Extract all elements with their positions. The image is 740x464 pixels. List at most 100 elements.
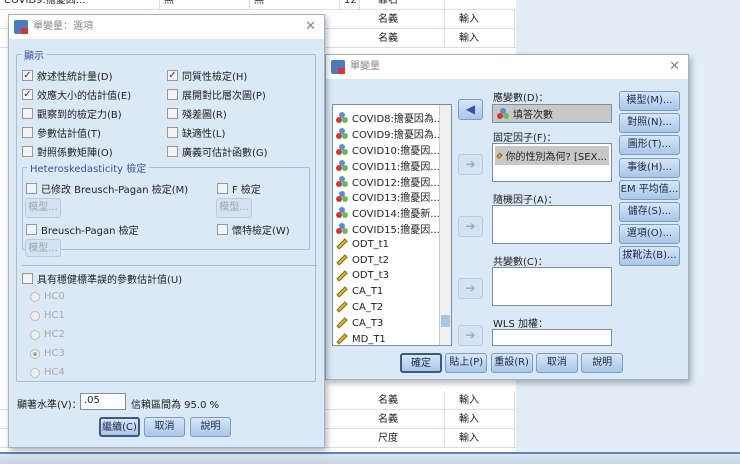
- fixed-factor-list[interactable]: 你的性別為何? [SEX...: [492, 143, 612, 182]
- move-random-arrow-icon[interactable]: ➔: [458, 216, 483, 237]
- role-cell[interactable]: 輸入: [445, 29, 515, 48]
- side-button-7[interactable]: 拔靴法(B)...: [619, 246, 680, 267]
- radio-icon[interactable]: [30, 329, 40, 340]
- measure-cell[interactable]: 尺度: [360, 429, 445, 448]
- right-checkbox-1[interactable]: 展開對比層次圖(P): [167, 87, 266, 102]
- help-button[interactable]: 說明: [190, 417, 231, 437]
- fixed-factor-item[interactable]: 你的性別為何? [SEX...: [495, 146, 609, 165]
- variable-item[interactable]: ODT_t3: [333, 268, 451, 284]
- side-button-2[interactable]: 圖形(T)...: [619, 135, 680, 156]
- bottom-button-2[interactable]: 重設(R): [490, 353, 533, 373]
- radio-icon[interactable]: [30, 310, 40, 321]
- scrollbar[interactable]: [439, 105, 451, 345]
- role-cell[interactable]: 輸入: [445, 391, 515, 410]
- measure-cell[interactable]: 名義: [360, 410, 445, 429]
- move-covariate-arrow-icon[interactable]: ➔: [458, 278, 483, 299]
- role-cell[interactable]: 輸入: [445, 10, 515, 29]
- cell[interactable]: 靠右: [360, 0, 445, 10]
- checkbox-box[interactable]: [167, 89, 178, 100]
- bp-model-button[interactable]: 模型...: [25, 239, 61, 257]
- variable-item[interactable]: COVID10:擔憂因...: [333, 142, 451, 158]
- dependent-field[interactable]: 填答次數: [492, 104, 612, 123]
- white-test-checkbox[interactable]: 懷特檢定(W): [217, 222, 290, 237]
- radio-icon[interactable]: [30, 291, 40, 302]
- left-checkbox-3[interactable]: 參數估計值(T): [22, 125, 101, 140]
- left-checkbox-1[interactable]: ✓ 效應大小的估計值(E): [22, 87, 131, 102]
- side-button-0[interactable]: 模型(M)...: [619, 91, 680, 111]
- role-cell[interactable]: 輸入: [445, 410, 515, 429]
- checkbox-box[interactable]: [22, 108, 33, 119]
- variable-item[interactable]: CA_T3: [333, 315, 451, 331]
- wls-weight-field[interactable]: [492, 329, 612, 346]
- move-wls-arrow-icon[interactable]: ➔: [458, 325, 483, 346]
- role-cell[interactable]: 輸入: [445, 429, 515, 448]
- variable-item[interactable]: CA_T2: [333, 300, 451, 316]
- variable-item[interactable]: COVID12:擔憂因...: [333, 173, 451, 189]
- side-button-3[interactable]: 事後(H)...: [619, 157, 680, 178]
- checkbox-box[interactable]: [167, 108, 178, 119]
- bp-checkbox[interactable]: Breusch-Pagan 檢定: [26, 222, 139, 237]
- side-button-6[interactable]: 選項(O)...: [619, 224, 680, 245]
- cell[interactable]: 無: [250, 0, 340, 10]
- random-factor-list[interactable]: [492, 205, 612, 244]
- side-button-1[interactable]: 對照(N)...: [619, 113, 680, 134]
- side-button-4[interactable]: EM 平均值...: [619, 179, 680, 200]
- measure-cell[interactable]: 名義: [360, 29, 445, 48]
- right-checkbox-0[interactable]: ✓ 同質性檢定(H): [167, 68, 247, 83]
- left-checkbox-4[interactable]: 對照係數矩陣(O): [22, 144, 113, 159]
- side-button-5[interactable]: 儲存(S)...: [619, 202, 680, 222]
- variable-item[interactable]: COVID13:擔憂因...: [333, 189, 451, 205]
- variable-item[interactable]: MD_T1: [333, 331, 451, 347]
- right-checkbox-2[interactable]: 殘差圖(R): [167, 106, 227, 121]
- variable-item[interactable]: ODT_t1: [333, 236, 451, 252]
- robust-se-checkbox[interactable]: 具有穩健標準誤的參數估計值(U): [22, 271, 182, 286]
- hc-radio-4[interactable]: HC4: [30, 367, 65, 378]
- variable-item[interactable]: COVID11:擔憂因...: [333, 157, 451, 173]
- right-checkbox-3[interactable]: 缺適性(L): [167, 125, 225, 140]
- hc-radio-3[interactable]: HC3: [30, 348, 65, 359]
- move-dependent-arrow-icon[interactable]: ◀: [458, 99, 483, 120]
- radio-icon[interactable]: [30, 367, 40, 378]
- bottom-button-0[interactable]: 確定: [400, 353, 442, 373]
- checkbox-box[interactable]: ✓: [22, 70, 33, 81]
- hc-radio-1[interactable]: HC1: [30, 310, 65, 321]
- variable-item[interactable]: ODT_t2: [333, 252, 451, 268]
- variable-item[interactable]: COVID8:擔憂因為...: [333, 110, 451, 126]
- right-checkbox-4[interactable]: 廣義可估計函數(G): [167, 144, 268, 159]
- f-test-checkbox[interactable]: F 檢定: [217, 181, 261, 196]
- checkbox-box[interactable]: ✓: [22, 89, 33, 100]
- checkbox-box[interactable]: [167, 127, 178, 138]
- scroll-thumb[interactable]: [441, 315, 450, 327]
- bottom-button-1[interactable]: 貼上(P): [445, 353, 488, 373]
- bottom-button-4[interactable]: 說明: [581, 353, 624, 373]
- bottom-button-3[interactable]: 取消: [535, 353, 578, 373]
- modified-bp-model-button[interactable]: 模型...: [25, 198, 61, 218]
- measure-cell[interactable]: 名義: [360, 10, 445, 29]
- hc-radio-0[interactable]: HC0: [30, 291, 65, 302]
- checkbox-box[interactable]: [22, 127, 33, 138]
- continue-button[interactable]: 繼續(C): [99, 417, 140, 437]
- variable-item[interactable]: COVID9:擔憂因為...: [333, 126, 451, 142]
- move-fixed-arrow-icon[interactable]: ➔: [458, 154, 483, 175]
- left-checkbox-0[interactable]: ✓ 敘述性統計量(D): [22, 68, 113, 83]
- cell[interactable]: COVID9:擔憂因...: [0, 0, 160, 10]
- source-variable-list[interactable]: COVID8:擔憂因為... COVID9:擔憂因為... COVID10:擔憂因.…: [332, 104, 452, 346]
- cancel-button[interactable]: 取消: [144, 417, 185, 437]
- hc-radio-2[interactable]: HC2: [30, 329, 65, 340]
- f-test-model-button[interactable]: 模型...: [216, 198, 252, 218]
- checkbox-box[interactable]: [22, 146, 33, 157]
- covariate-list[interactable]: [492, 267, 612, 306]
- variable-item[interactable]: COVID15:擔憂因...: [333, 221, 451, 237]
- measure-cell[interactable]: 名義: [360, 391, 445, 410]
- left-checkbox-2[interactable]: 觀察到的檢定力(B): [22, 106, 122, 121]
- radio-icon[interactable]: [30, 348, 40, 359]
- variable-item[interactable]: COVID14:擔憂新...: [333, 205, 451, 221]
- close-icon[interactable]: ✕: [669, 55, 680, 79]
- variable-item[interactable]: CA_T1: [333, 284, 451, 300]
- modified-bp-checkbox[interactable]: 已修改 Breusch-Pagan 檢定(M): [26, 181, 188, 196]
- cell[interactable]: 無: [160, 0, 250, 10]
- checkbox-box[interactable]: [167, 146, 178, 157]
- significance-input[interactable]: .05: [80, 393, 126, 410]
- cell[interactable]: 12: [340, 0, 360, 10]
- checkbox-box[interactable]: ✓: [167, 70, 178, 81]
